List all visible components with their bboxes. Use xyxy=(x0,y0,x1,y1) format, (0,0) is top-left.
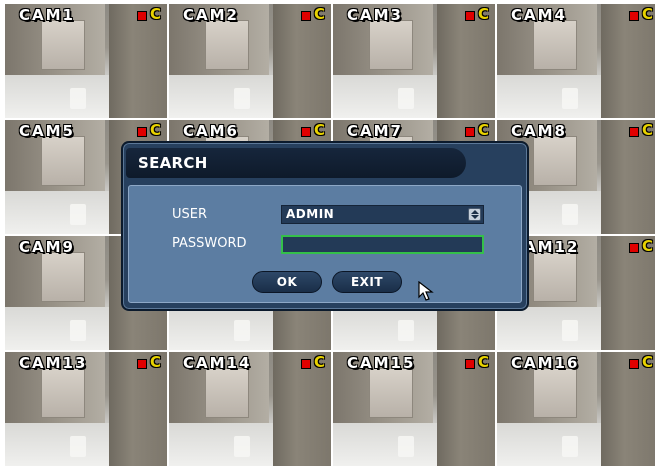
camera-feed-floor xyxy=(169,422,273,466)
camera-label: CAM5 xyxy=(19,122,75,140)
camera-feed-shelf xyxy=(204,367,249,418)
c-indicator: C xyxy=(149,121,161,139)
record-indicator-icon xyxy=(629,127,639,137)
camera-label: CAM6 xyxy=(183,122,239,140)
camera-feed-shelf xyxy=(368,19,413,70)
c-indicator: C xyxy=(149,353,161,371)
camera-label: CAM1 xyxy=(19,6,75,24)
record-indicator-icon xyxy=(465,127,475,137)
camera-tile[interactable]: CAM3 C xyxy=(333,4,497,120)
camera-feed-shelf xyxy=(532,19,577,70)
c-indicator: C xyxy=(641,353,653,371)
user-select[interactable]: ADMIN xyxy=(281,205,484,224)
camera-feed-floor xyxy=(169,306,273,350)
up-down-spinner-icon[interactable] xyxy=(468,208,481,221)
camera-feed-floor xyxy=(497,306,601,350)
camera-label: CAM2 xyxy=(183,6,239,24)
c-indicator: C xyxy=(313,353,325,371)
camera-feed-floor xyxy=(5,74,109,118)
camera-feed-shelf xyxy=(204,19,249,70)
camera-label: CAM4 xyxy=(511,6,567,24)
exit-button[interactable]: EXIT xyxy=(332,271,402,293)
camera-label: CAM13 xyxy=(19,354,88,372)
camera-feed-shelf xyxy=(532,135,577,186)
camera-feed-reflection xyxy=(561,436,578,457)
user-select-value: ADMIN xyxy=(286,207,335,221)
c-indicator: C xyxy=(477,353,489,371)
camera-label: CAM3 xyxy=(347,6,403,24)
camera-feed-reflection xyxy=(69,88,86,109)
camera-label: CAM14 xyxy=(183,354,252,372)
camera-feed-reflection xyxy=(397,320,414,341)
camera-feed-reflection xyxy=(561,320,578,341)
camera-feed-shelf xyxy=(40,367,85,418)
camera-label: CAM9 xyxy=(19,238,75,256)
camera-feed-shelf xyxy=(40,251,85,302)
password-input[interactable] xyxy=(281,235,484,254)
camera-feed-shelf xyxy=(368,367,413,418)
record-indicator-icon xyxy=(465,359,475,369)
record-indicator-icon xyxy=(301,11,311,21)
camera-feed-floor xyxy=(333,422,437,466)
camera-feed-shelf xyxy=(40,135,85,186)
camera-feed-reflection xyxy=(69,320,86,341)
search-dialog: SEARCH USER ADMIN PASSWORD OK EXIT xyxy=(121,141,529,311)
camera-label: CAM16 xyxy=(511,354,580,372)
c-indicator: C xyxy=(477,121,489,139)
mouse-cursor-icon xyxy=(418,281,434,301)
camera-feed-reflection xyxy=(69,436,86,457)
camera-label: CAM15 xyxy=(347,354,416,372)
camera-feed-shelf xyxy=(532,251,577,302)
c-indicator: C xyxy=(313,5,325,23)
camera-tile[interactable]: CAM16 C xyxy=(497,352,655,468)
dialog-title: SEARCH xyxy=(138,154,208,172)
camera-tile[interactable]: CAM2 C xyxy=(169,4,333,120)
camera-feed-reflection xyxy=(561,88,578,109)
camera-feed-floor xyxy=(169,74,273,118)
dialog-titlebar: SEARCH xyxy=(126,148,466,178)
c-indicator: C xyxy=(641,5,653,23)
password-label: PASSWORD xyxy=(172,236,247,251)
camera-feed-reflection xyxy=(233,436,250,457)
record-indicator-icon xyxy=(301,359,311,369)
record-indicator-icon xyxy=(629,11,639,21)
user-label: USER xyxy=(172,207,208,222)
camera-feed-floor xyxy=(497,74,601,118)
camera-feed-reflection xyxy=(233,320,250,341)
record-indicator-icon xyxy=(629,243,639,253)
camera-tile[interactable]: CAM1 C xyxy=(5,4,169,120)
camera-feed-reflection xyxy=(561,204,578,225)
camera-feed-shelf xyxy=(40,19,85,70)
camera-feed-floor xyxy=(5,190,109,234)
camera-feed-floor xyxy=(5,422,109,466)
c-indicator: C xyxy=(313,121,325,139)
camera-feed-floor xyxy=(5,306,109,350)
c-indicator: C xyxy=(641,237,653,255)
camera-feed-reflection xyxy=(397,88,414,109)
camera-label: CAM7 xyxy=(347,122,403,140)
camera-feed-reflection xyxy=(233,88,250,109)
camera-tile[interactable]: CAM15 C xyxy=(333,352,497,468)
camera-feed-floor xyxy=(333,74,437,118)
c-indicator: C xyxy=(149,5,161,23)
record-indicator-icon xyxy=(137,127,147,137)
camera-feed-floor xyxy=(497,422,601,466)
camera-feed-reflection xyxy=(69,204,86,225)
c-indicator: C xyxy=(477,5,489,23)
record-indicator-icon xyxy=(465,11,475,21)
camera-tile[interactable]: CAM14 C xyxy=(169,352,333,468)
camera-tile[interactable]: CAM4 C xyxy=(497,4,655,120)
camera-feed-floor xyxy=(333,306,437,350)
dialog-body: USER ADMIN PASSWORD OK EXIT xyxy=(128,185,522,303)
camera-tile[interactable]: CAM13 C xyxy=(5,352,169,468)
record-indicator-icon xyxy=(629,359,639,369)
camera-feed-reflection xyxy=(397,436,414,457)
camera-label: CAM8 xyxy=(511,122,567,140)
record-indicator-icon xyxy=(137,11,147,21)
ok-button[interactable]: OK xyxy=(252,271,322,293)
record-indicator-icon xyxy=(301,127,311,137)
c-indicator: C xyxy=(641,121,653,139)
record-indicator-icon xyxy=(137,359,147,369)
camera-feed-shelf xyxy=(532,367,577,418)
